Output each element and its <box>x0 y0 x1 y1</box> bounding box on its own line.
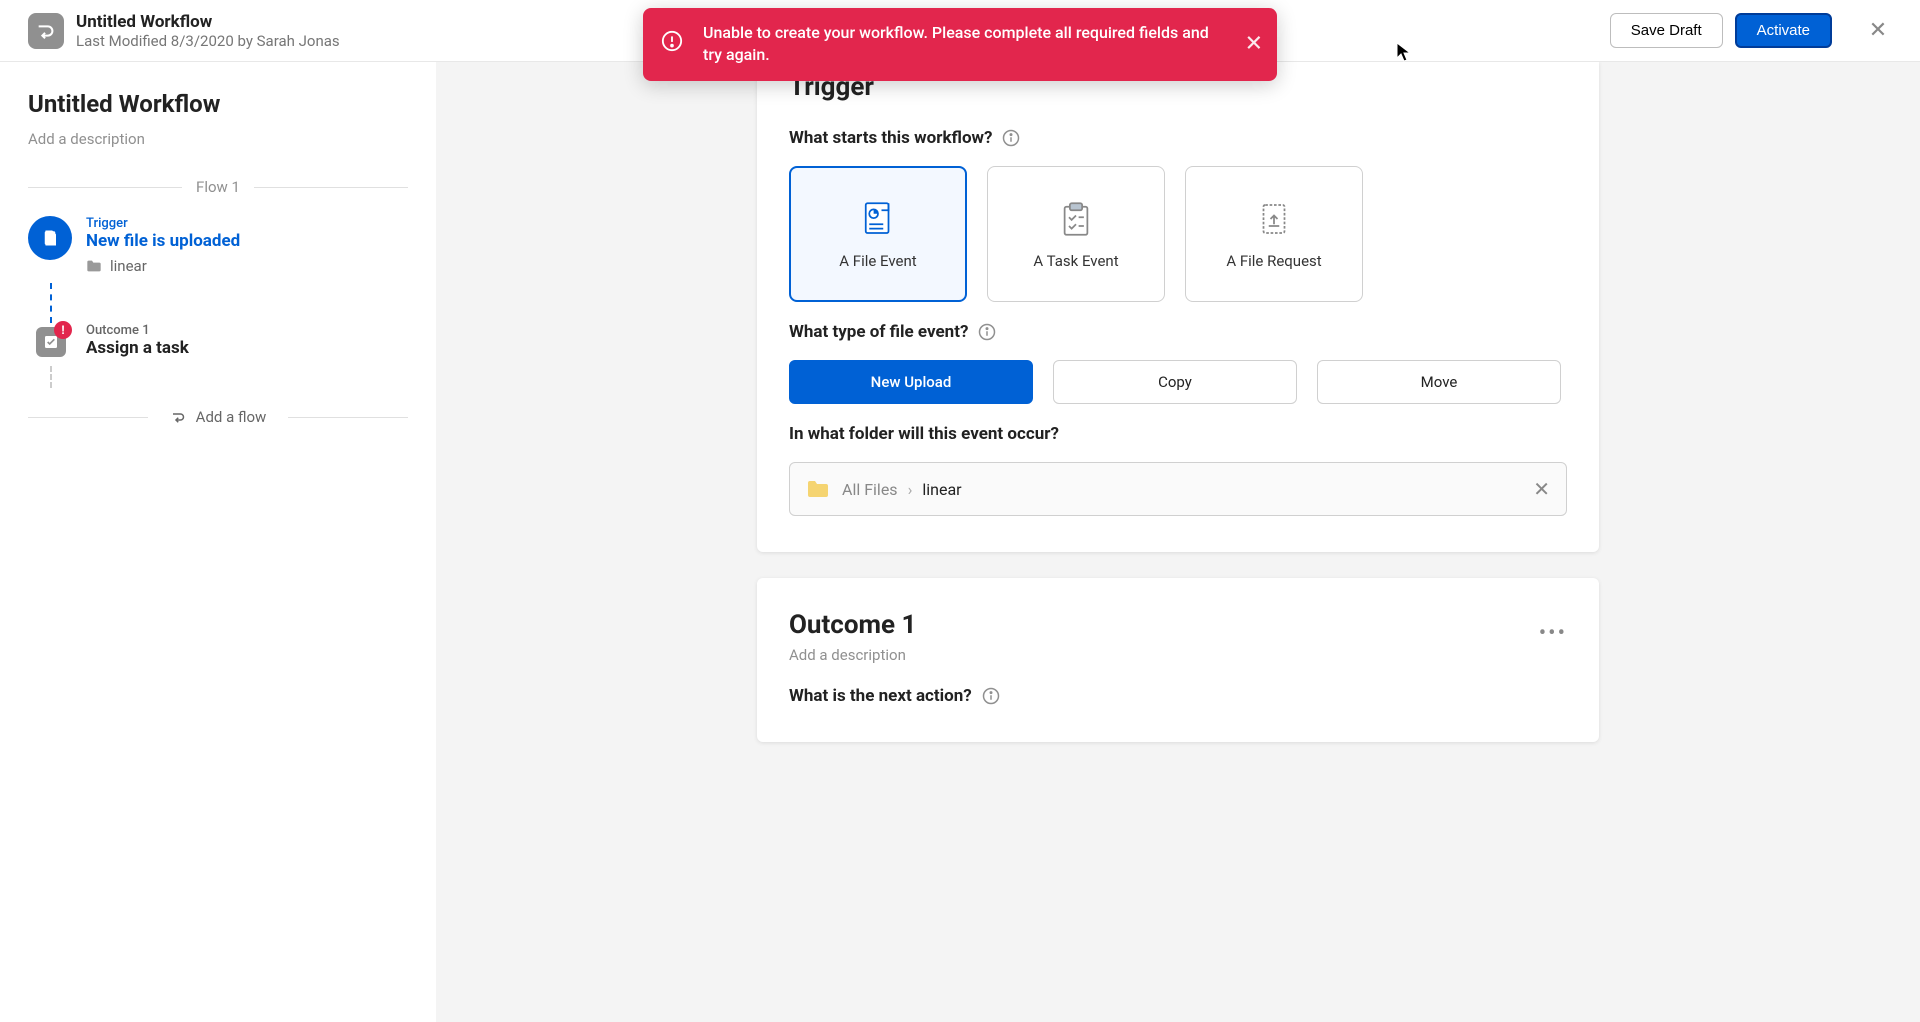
flow-icon <box>170 410 188 424</box>
sidebar-outcome-step[interactable]: ! Outcome 1 Assign a task <box>28 323 408 358</box>
last-modified: Last Modified 8/3/2020 by Sarah Jonas <box>76 32 340 50</box>
folder-icon <box>806 479 830 499</box>
breadcrumb-root[interactable]: All Files <box>842 480 898 499</box>
tile-file-request[interactable]: A File Request <box>1185 166 1363 302</box>
add-flow-button[interactable]: Add a flow <box>28 408 408 426</box>
question-folder: In what folder will this event occur? <box>789 424 1567 444</box>
clear-folder-button[interactable]: ✕ <box>1533 477 1550 501</box>
canvas-area: Trigger What starts this workflow? A Fil… <box>436 62 1920 1022</box>
question-event-type: What type of file event? <box>789 322 1567 342</box>
alert-text: Unable to create your workflow. Please c… <box>703 22 1227 67</box>
outcome-step-icon: ! <box>36 327 66 357</box>
tile-file-event[interactable]: A File Event <box>789 166 967 302</box>
trigger-title: New file is uploaded <box>86 231 240 251</box>
event-type-new-upload[interactable]: New Upload <box>789 360 1033 404</box>
save-draft-button[interactable]: Save Draft <box>1610 13 1723 48</box>
info-icon[interactable] <box>1002 129 1020 147</box>
info-icon[interactable] <box>982 687 1000 705</box>
trigger-card: Trigger What starts this workflow? A Fil… <box>757 62 1599 552</box>
trigger-folder: linear <box>86 257 240 275</box>
error-badge-icon: ! <box>54 321 72 339</box>
sidebar-description-input[interactable]: Add a description <box>28 130 408 148</box>
flow-divider: Flow 1 <box>28 178 408 196</box>
chevron-right-icon: › <box>908 480 913 499</box>
close-editor-button[interactable]: ✕ <box>1864 17 1892 45</box>
step-connector-end <box>50 366 52 388</box>
error-alert: Unable to create your workflow. Please c… <box>643 8 1277 81</box>
alert-icon <box>661 30 683 52</box>
question-next-action: What is the next action? <box>789 686 1567 706</box>
trigger-label: Trigger <box>86 216 240 231</box>
tile-task-event[interactable]: A Task Event <box>987 166 1165 302</box>
folder-icon <box>86 259 102 273</box>
event-type-move[interactable]: Move <box>1317 360 1561 404</box>
info-icon[interactable] <box>978 323 996 341</box>
task-event-icon <box>1055 198 1097 240</box>
outcome-title: Assign a task <box>86 338 189 358</box>
outcome-card: Outcome 1 ••• Add a description What is … <box>757 578 1599 742</box>
tile-label: A File Request <box>1226 252 1321 270</box>
file-event-icon <box>857 198 899 240</box>
activate-button[interactable]: Activate <box>1735 13 1832 48</box>
folder-picker[interactable]: All Files › linear ✕ <box>789 462 1567 516</box>
sidebar-trigger-step[interactable]: Trigger New file is uploaded linear <box>28 216 408 275</box>
title-block: Untitled Workflow Last Modified 8/3/2020… <box>76 12 340 50</box>
app-icon <box>28 13 64 49</box>
step-connector <box>50 283 52 323</box>
sidebar-workflow-title[interactable]: Untitled Workflow <box>28 90 408 118</box>
trigger-step-icon <box>28 216 72 260</box>
question-what-starts: What starts this workflow? <box>789 128 1567 148</box>
outcome-heading: Outcome 1 <box>789 610 916 640</box>
tile-label: A File Event <box>839 252 916 270</box>
tile-label: A Task Event <box>1033 252 1118 270</box>
outcome-description-input[interactable]: Add a description <box>789 646 1567 664</box>
outcome-label: Outcome 1 <box>86 323 189 338</box>
event-type-copy[interactable]: Copy <box>1053 360 1297 404</box>
sidebar-panel: Untitled Workflow Add a description Flow… <box>0 62 436 1022</box>
outcome-more-menu[interactable]: ••• <box>1539 621 1567 646</box>
alert-close-button[interactable]: ✕ <box>1245 32 1263 57</box>
breadcrumb-current: linear <box>922 480 961 499</box>
file-request-icon <box>1253 198 1295 240</box>
workflow-title[interactable]: Untitled Workflow <box>76 12 340 32</box>
